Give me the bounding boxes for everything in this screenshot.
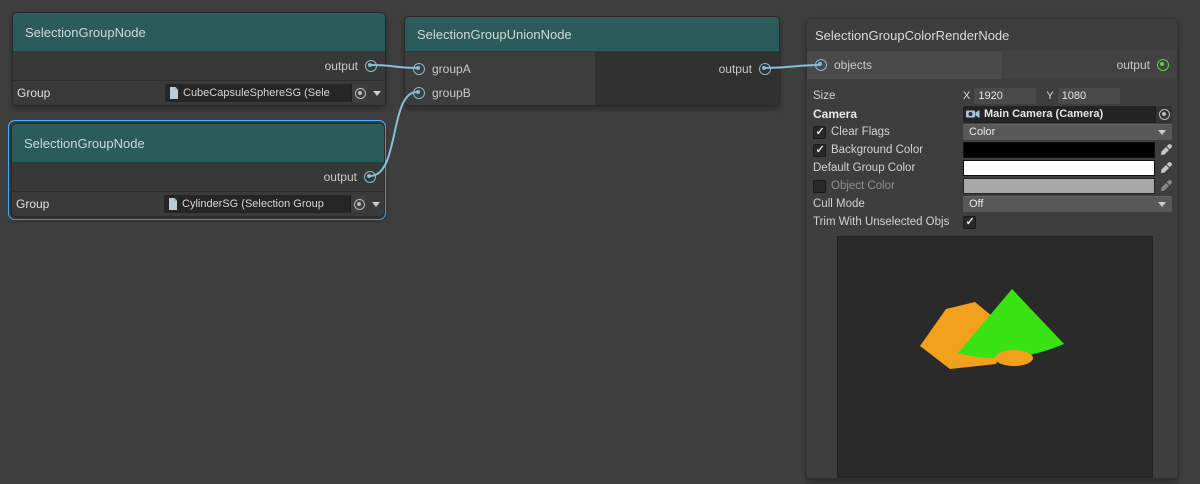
- groupB-port-row: groupB: [405, 81, 595, 105]
- output-port-row: output: [13, 52, 385, 80]
- objects-port[interactable]: [815, 59, 827, 71]
- group-object-field[interactable]: CylinderSG (Selection Group: [164, 195, 367, 213]
- objects-port-label: objects: [834, 58, 872, 72]
- output-port[interactable]: [364, 171, 376, 183]
- union-input-section: groupA groupB: [405, 52, 595, 105]
- camera-icon: [966, 109, 980, 119]
- default-group-color-row: Default Group Color: [813, 159, 1172, 177]
- object-picker-icon: [355, 88, 366, 99]
- size-label: Size: [813, 90, 835, 102]
- group-label: Group: [14, 197, 164, 211]
- background-color-checkbox[interactable]: [813, 144, 826, 157]
- object-color-swatch: [963, 178, 1155, 194]
- node-title: SelectionGroupColorRenderNode: [807, 19, 1177, 51]
- clear-flags-dropdown[interactable]: Color: [963, 124, 1172, 140]
- clear-flags-row: Clear Flags Color: [813, 123, 1172, 141]
- render-preview-image: [838, 237, 1152, 477]
- graph-canvas[interactable]: SelectionGroupNode output Group CubeCaps…: [0, 0, 1200, 484]
- dropdown-caret-icon: [1158, 202, 1166, 207]
- render-node-properties: Size X Y Camera Main Camera (Came: [807, 79, 1177, 231]
- size-row: Size X Y: [813, 87, 1172, 105]
- object-field-value: CylinderSG (Selection Group: [182, 198, 350, 210]
- camera-label: Camera: [813, 107, 857, 121]
- trim-row: Trim With Unselected Objs: [813, 213, 1172, 231]
- clear-flags-checkbox[interactable]: [813, 126, 826, 139]
- groupA-port-label: groupA: [432, 62, 471, 76]
- cull-mode-value: Off: [969, 198, 983, 210]
- output-port-label: output: [325, 59, 358, 73]
- size-x-input[interactable]: [974, 88, 1036, 104]
- node-title: SelectionGroupNode: [12, 124, 384, 163]
- dropdown-caret-icon[interactable]: [372, 202, 380, 207]
- trim-checkbox[interactable]: [963, 216, 976, 229]
- selection-group-node-2[interactable]: SelectionGroupNode output Group Cylinder…: [11, 123, 385, 217]
- union-output-section: output: [595, 52, 779, 105]
- groupB-port-label: groupB: [432, 86, 471, 100]
- groupA-port-row: groupA: [405, 57, 595, 81]
- selection-highlight: SelectionGroupNode output Group Cylinder…: [8, 120, 386, 220]
- output-port-row: output: [595, 57, 779, 81]
- output-port[interactable]: [759, 63, 771, 75]
- objects-port-row: objects: [807, 51, 1002, 79]
- default-group-color-label: Default Group Color: [813, 162, 915, 174]
- output-port[interactable]: [365, 60, 377, 72]
- render-preview: [837, 236, 1153, 478]
- node-title: SelectionGroupUnionNode: [405, 17, 779, 52]
- object-picker-button[interactable]: [1155, 106, 1172, 123]
- camera-row: Camera Main Camera (Camera): [813, 105, 1172, 123]
- object-picker-icon: [354, 199, 365, 210]
- groupB-port[interactable]: [413, 87, 425, 99]
- selection-group-node-1[interactable]: SelectionGroupNode output Group CubeCaps…: [12, 12, 386, 106]
- size-x-label: X: [963, 90, 970, 102]
- background-color-swatch[interactable]: [963, 142, 1155, 158]
- node-title: SelectionGroupNode: [13, 13, 385, 52]
- eyedropper-icon[interactable]: [1160, 162, 1172, 174]
- selection-group-color-render-node[interactable]: SelectionGroupColorRenderNode objects ou…: [806, 18, 1178, 479]
- output-port-row: output: [12, 163, 384, 191]
- group-property-row: Group CubeCapsuleSphereSG (Sele: [13, 80, 385, 105]
- preview-orange-ellipse: [995, 350, 1033, 366]
- cull-mode-row: Cull Mode Off: [813, 195, 1172, 213]
- background-color-label: Background Color: [831, 144, 923, 156]
- camera-object-field[interactable]: Main Camera (Camera): [963, 106, 1172, 123]
- selection-group-asset-icon: [168, 198, 178, 210]
- output-port-label: output: [1117, 58, 1150, 72]
- dropdown-caret-icon: [1158, 130, 1166, 135]
- object-picker-icon: [1159, 109, 1170, 120]
- cull-mode-dropdown[interactable]: Off: [963, 196, 1172, 212]
- eyedropper-icon[interactable]: [1160, 144, 1172, 156]
- object-color-row: Object Color: [813, 177, 1172, 195]
- clear-flags-value: Color: [969, 126, 995, 138]
- default-group-color-swatch[interactable]: [963, 160, 1155, 176]
- object-picker-button[interactable]: [351, 84, 368, 102]
- camera-field-value: Main Camera (Camera): [984, 108, 1155, 120]
- object-picker-button[interactable]: [350, 195, 367, 213]
- output-port-label: output: [324, 170, 357, 184]
- selection-group-asset-icon: [169, 87, 179, 99]
- clear-flags-label: Clear Flags: [831, 126, 890, 138]
- size-y-input[interactable]: [1058, 88, 1120, 104]
- group-label: Group: [15, 86, 165, 100]
- dropdown-caret-icon[interactable]: [373, 91, 381, 96]
- output-port-label: output: [719, 62, 752, 76]
- object-color-checkbox[interactable]: [813, 180, 826, 193]
- group-property-row: Group CylinderSG (Selection Group: [12, 191, 384, 216]
- cull-mode-label: Cull Mode: [813, 198, 865, 210]
- eyedropper-icon: [1160, 180, 1172, 192]
- trim-label: Trim With Unselected Objs: [813, 216, 949, 228]
- object-color-label: Object Color: [831, 180, 895, 192]
- selection-group-union-node[interactable]: SelectionGroupUnionNode groupA groupB ou…: [404, 16, 780, 106]
- background-color-row: Background Color: [813, 141, 1172, 159]
- size-y-label: Y: [1046, 90, 1053, 102]
- object-field-value: CubeCapsuleSphereSG (Sele: [183, 87, 351, 99]
- output-port[interactable]: [1157, 59, 1169, 71]
- groupA-port[interactable]: [413, 63, 425, 75]
- group-object-field[interactable]: CubeCapsuleSphereSG (Sele: [165, 84, 368, 102]
- output-port-row: output: [1002, 51, 1177, 79]
